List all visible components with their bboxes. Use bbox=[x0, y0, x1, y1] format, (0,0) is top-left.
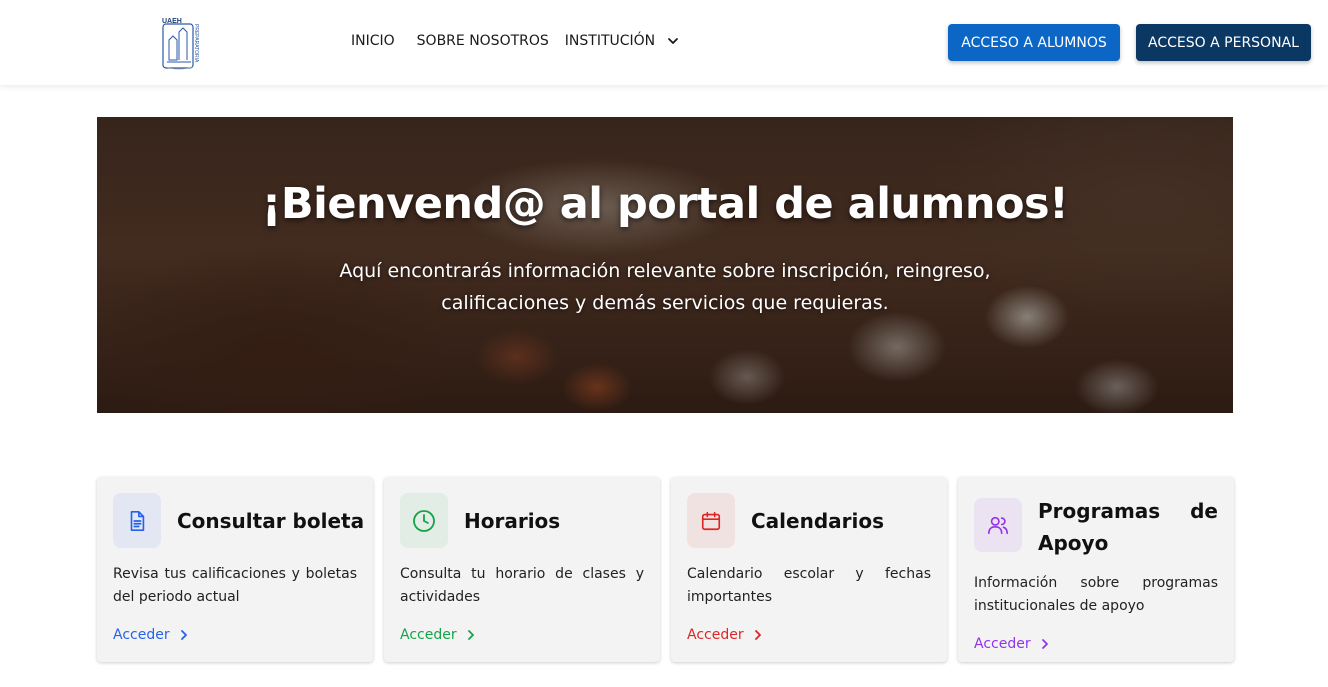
acceder-link[interactable]: Acceder bbox=[113, 627, 188, 643]
hero-banner: ¡Bienvend@ al portal de alumnos! Aquí en… bbox=[97, 117, 1233, 413]
acceder-label: Acceder bbox=[687, 627, 744, 643]
card-horarios: Horarios Consulta tu horario de clases y… bbox=[384, 477, 660, 662]
card-consultar-boleta: Consultar boleta Revisa tus calificacion… bbox=[97, 477, 373, 662]
card-title: Consultar boleta bbox=[177, 509, 365, 533]
svg-text:PREPARATORIA: PREPARATORIA bbox=[193, 24, 199, 63]
nav-inicio[interactable]: INICIO bbox=[351, 33, 395, 49]
clock-icon bbox=[400, 493, 448, 548]
card-title: Calendarios bbox=[751, 509, 885, 533]
acceder-link[interactable]: Acceder bbox=[974, 636, 1049, 652]
card-description: Calendario escolar y fechas importantes bbox=[687, 566, 931, 605]
card-title-line2: Apoyo bbox=[1038, 531, 1109, 555]
card-title: Programas de Apoyo bbox=[1038, 495, 1218, 559]
acceder-label: Acceder bbox=[113, 627, 170, 643]
card-description: Información sobre programas instituciona… bbox=[974, 575, 1218, 614]
chevron-right-icon bbox=[467, 630, 474, 640]
chevron-down-icon bbox=[668, 38, 679, 44]
svg-text:UAEH: UAEH bbox=[162, 18, 182, 25]
hero-title: ¡Bienvend@ al portal de alumnos! bbox=[261, 179, 1069, 229]
acceder-label: Acceder bbox=[400, 627, 457, 643]
chevron-right-icon bbox=[180, 630, 187, 640]
acceso-alumnos-button[interactable]: ACCESO A ALUMNOS bbox=[948, 24, 1120, 61]
nav-institucion-label: INSTITUCIÓN bbox=[564, 33, 656, 49]
card-calendarios: Calendarios Calendario escolar y fechas … bbox=[671, 477, 947, 662]
site-header: UAEH PREPARATORIA INICIO SOBRE NOSOTROS … bbox=[0, 0, 1328, 85]
hero-subtitle: Aquí encontrarás información relevante s… bbox=[339, 260, 991, 314]
card-title-line1: Programas de bbox=[1038, 499, 1218, 523]
acceder-link[interactable]: Acceder bbox=[687, 627, 762, 643]
uaeh-logo-icon[interactable]: UAEH PREPARATORIA bbox=[161, 14, 203, 70]
document-icon bbox=[113, 493, 161, 548]
acceder-link[interactable]: Acceder bbox=[400, 627, 475, 643]
nav-sobre-nosotros[interactable]: SOBRE NOSOTROS bbox=[417, 33, 549, 49]
card-description: Consulta tu horario de clases y activida… bbox=[400, 566, 644, 605]
acceso-personal-button[interactable]: ACCESO A PERSONAL bbox=[1136, 24, 1311, 61]
chevron-right-icon bbox=[754, 630, 761, 640]
card-title: Horarios bbox=[464, 509, 561, 533]
main-nav: INICIO SOBRE NOSOTROS INSTITUCIÓN bbox=[351, 33, 679, 49]
users-icon bbox=[974, 498, 1022, 552]
card-programas-de-apoyo: Programas de Apoyo Información sobre pro… bbox=[958, 477, 1234, 662]
acceder-label: Acceder bbox=[974, 636, 1031, 652]
calendar-icon bbox=[687, 493, 735, 548]
nav-institucion-dropdown[interactable]: INSTITUCIÓN bbox=[565, 33, 679, 49]
chevron-right-icon bbox=[1041, 639, 1048, 649]
card-description: Revisa tus calificaciones y boletas del … bbox=[113, 566, 357, 605]
